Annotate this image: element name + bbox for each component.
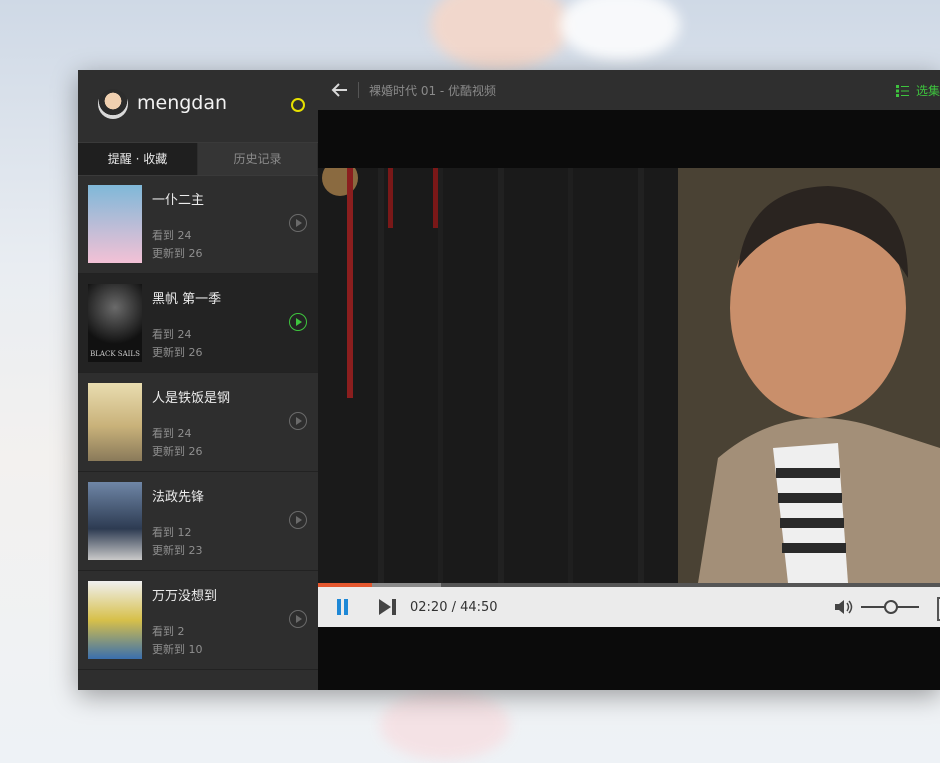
user-header: mengdan — [78, 70, 318, 142]
list-item[interactable]: BLACK SAILS 黑帆 第一季 看到 24 更新到 26 — [78, 274, 318, 373]
video-player: 裸婚时代 01 - 优酷视频 选集 02:20 / 44:50 — [318, 70, 940, 690]
watched-progress: 看到 24 — [152, 229, 192, 242]
updated-count: 更新到 10 — [152, 643, 203, 656]
list-item[interactable]: 人是铁饭是钢 看到 24 更新到 26 — [78, 373, 318, 472]
control-bar: 02:20 / 44:50 — [318, 587, 940, 627]
poster-image — [88, 185, 142, 263]
divider — [358, 82, 359, 98]
play-icon[interactable] — [289, 610, 307, 628]
watched-progress: 看到 24 — [152, 328, 192, 341]
status-ring-icon[interactable] — [291, 98, 305, 112]
play-icon[interactable] — [289, 511, 307, 529]
background-petal — [430, 0, 570, 70]
updated-count: 更新到 26 — [152, 445, 203, 458]
show-title: 万万没想到 — [152, 589, 218, 604]
avatar[interactable] — [98, 89, 128, 119]
sidebar: mengdan 提醒 · 收藏 历史记录 一仆二主 看到 24 更新到 26 B… — [78, 70, 318, 690]
list-item[interactable]: 万万没想到 看到 2 更新到 10 — [78, 571, 318, 670]
tab-favorites[interactable]: 提醒 · 收藏 — [78, 143, 197, 175]
poster-logo-text: BLACK SAILS — [90, 350, 140, 358]
username: mengdan — [137, 92, 228, 114]
poster-image — [88, 383, 142, 461]
episodes-button[interactable]: 选集 — [895, 82, 940, 99]
episodes-label: 选集 — [915, 84, 940, 98]
list-item[interactable]: 一仆二主 看到 24 更新到 26 — [78, 175, 318, 274]
volume-slider-handle[interactable] — [884, 600, 898, 614]
sidebar-tabs: 提醒 · 收藏 历史记录 — [78, 142, 318, 176]
updated-count: 更新到 26 — [152, 346, 203, 359]
watched-progress: 看到 2 — [152, 625, 185, 638]
pause-icon[interactable] — [335, 599, 351, 615]
video-frame[interactable] — [318, 168, 940, 583]
back-arrow-icon[interactable] — [330, 80, 350, 100]
poster-image — [88, 581, 142, 659]
next-icon[interactable] — [378, 599, 398, 615]
updated-count: 更新到 23 — [152, 544, 203, 557]
list-icon — [895, 85, 909, 97]
play-icon[interactable] — [289, 214, 307, 232]
play-icon[interactable] — [289, 313, 307, 331]
play-icon[interactable] — [289, 412, 307, 430]
list-item[interactable]: 法政先锋 看到 12 更新到 23 — [78, 472, 318, 571]
updated-count: 更新到 26 — [152, 247, 203, 260]
watched-progress: 看到 12 — [152, 526, 192, 539]
video-scene — [318, 168, 940, 583]
tab-history[interactable]: 历史记录 — [198, 143, 317, 175]
show-title: 一仆二主 — [152, 193, 205, 208]
time-display: 02:20 / 44:50 — [410, 600, 498, 615]
poster-image — [88, 482, 142, 560]
poster-image: BLACK SAILS — [88, 284, 142, 362]
show-title: 法政先锋 — [152, 490, 205, 505]
show-title: 黑帆 第一季 — [152, 292, 222, 307]
app-window: mengdan 提醒 · 收藏 历史记录 一仆二主 看到 24 更新到 26 B… — [78, 70, 940, 690]
player-topbar: 裸婚时代 01 - 优酷视频 选集 — [318, 70, 940, 110]
show-title: 人是铁饭是钢 — [152, 391, 231, 406]
background-petal — [560, 0, 680, 60]
video-title: 裸婚时代 01 - 优酷视频 — [369, 84, 497, 98]
watched-progress: 看到 24 — [152, 427, 192, 440]
volume-icon[interactable] — [834, 598, 854, 616]
background-petal — [380, 690, 510, 760]
